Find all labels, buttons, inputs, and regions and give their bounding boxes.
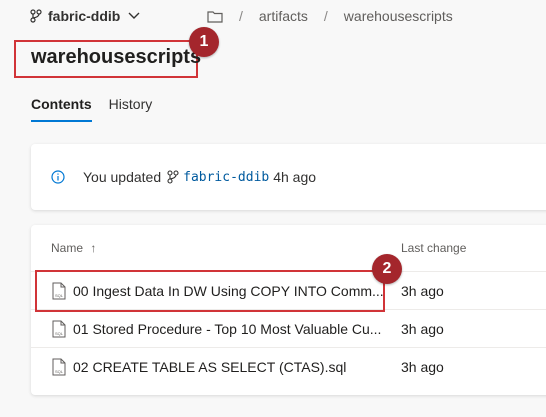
page-title: warehousescripts	[31, 46, 202, 68]
banner-time: 4h ago	[273, 169, 317, 185]
row-highlight-box	[35, 270, 385, 312]
breadcrumb-separator: /	[323, 8, 328, 24]
callout-badge-1: 1	[189, 27, 219, 57]
breadcrumb-separator: /	[239, 8, 243, 24]
breadcrumb: / artifacts / warehousescripts	[207, 8, 453, 24]
top-bar: fabric-ddib / artifacts / warehousescrip…	[0, 0, 546, 34]
branch-icon	[30, 9, 42, 23]
tab-bar: Contents History	[31, 96, 169, 122]
column-header-name-label: Name	[51, 241, 84, 255]
file-name: 02 CREATE TABLE AS SELECT (CTAS).sql	[73, 359, 347, 375]
banner-prefix: You updated	[83, 169, 162, 185]
sql-file-icon: SQL	[52, 358, 66, 376]
sql-file-icon: SQL	[52, 320, 66, 338]
branch-selector[interactable]: fabric-ddib	[30, 8, 140, 24]
chevron-down-icon	[128, 12, 140, 19]
column-header-last-change[interactable]: Last change	[401, 241, 466, 255]
banner-branch-link[interactable]: fabric-ddib	[183, 170, 269, 185]
table-row[interactable]: SQL 02 CREATE TABLE AS SELECT (CTAS).sql…	[31, 347, 546, 386]
update-banner: You updated fabric-ddib 4h ago	[31, 144, 546, 210]
table-row[interactable]: SQL 01 Stored Procedure - Top 10 Most Va…	[31, 309, 546, 348]
breadcrumb-item-warehousescripts[interactable]: warehousescripts	[344, 8, 453, 24]
sort-ascending-icon: ↑	[90, 241, 97, 255]
column-header-name[interactable]: Name ↑	[51, 241, 96, 255]
callout-badge-2: 2	[372, 254, 402, 284]
breadcrumb-item-artifacts[interactable]: artifacts	[259, 8, 308, 24]
file-name: 01 Stored Procedure - Top 10 Most Valuab…	[73, 321, 382, 337]
file-last-change: 3h ago	[401, 283, 444, 299]
branch-icon	[167, 170, 179, 184]
info-icon	[51, 170, 65, 184]
svg-text:SQL: SQL	[55, 369, 64, 374]
svg-text:SQL: SQL	[55, 331, 64, 336]
tab-contents[interactable]: Contents	[31, 96, 92, 122]
file-last-change: 3h ago	[401, 321, 444, 337]
file-last-change: 3h ago	[401, 359, 444, 375]
branch-name: fabric-ddib	[48, 8, 121, 24]
tab-history[interactable]: History	[109, 96, 153, 122]
folder-icon[interactable]	[207, 10, 223, 23]
